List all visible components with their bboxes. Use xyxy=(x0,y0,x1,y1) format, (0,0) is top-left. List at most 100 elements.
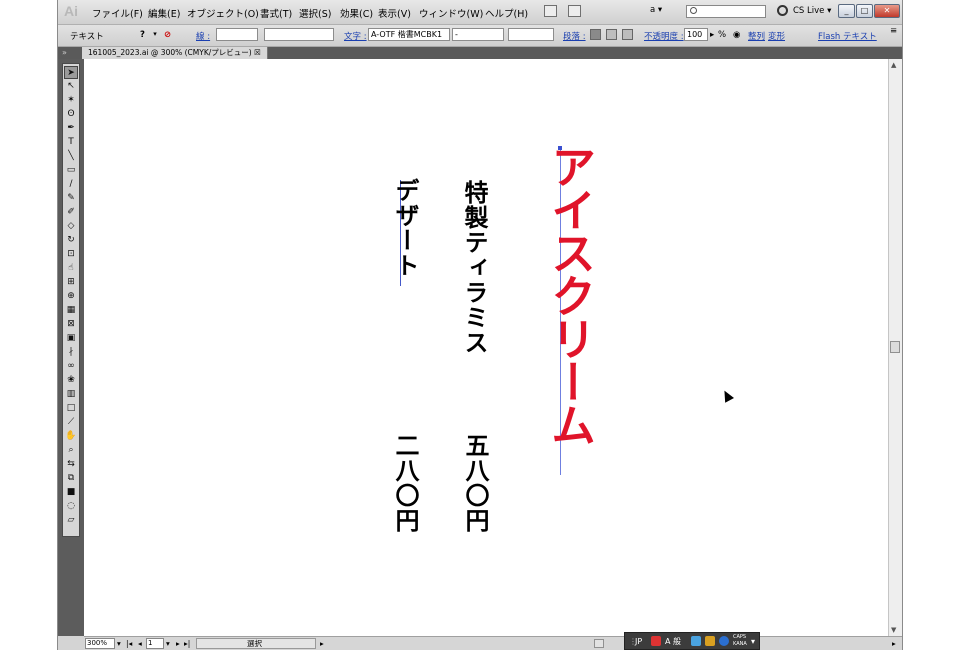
direct-selection-tool-icon[interactable]: ↖ xyxy=(64,80,78,93)
ime-icon[interactable] xyxy=(651,636,661,646)
status-field[interactable]: 選択 xyxy=(196,638,316,649)
font-family-field[interactable]: A-OTF 楷書MCBK1 xyxy=(368,28,450,41)
fill-stroke-icon[interactable]: ⧉ xyxy=(64,472,78,485)
perspective-grid-tool-icon[interactable]: ▦ xyxy=(64,304,78,317)
font-label[interactable]: 文字 : xyxy=(344,30,367,42)
status-menu-icon[interactable]: ▸ xyxy=(320,639,324,649)
item2-price[interactable]: 二八〇円 xyxy=(388,433,423,533)
scroll-down-icon[interactable]: ▼ xyxy=(891,626,896,634)
column-graph-tool-icon[interactable]: ▥ xyxy=(64,388,78,401)
title-text[interactable]: アイスクリーム xyxy=(537,144,602,445)
menu-file[interactable]: ファイル(F) xyxy=(92,6,143,20)
ime-mode[interactable]: A 般 xyxy=(665,636,681,647)
minimize-button[interactable]: _ xyxy=(838,4,855,18)
magic-wand-tool-icon[interactable]: ✶ xyxy=(64,94,78,107)
opacity-label[interactable]: 不透明度 : xyxy=(644,30,684,42)
ime-pad-icon[interactable] xyxy=(691,636,701,646)
item2-name[interactable]: デザート xyxy=(388,178,423,278)
vertical-scrollbar[interactable]: ▲ ▼ xyxy=(888,59,902,636)
langbar-lang[interactable]: JP xyxy=(635,636,642,647)
close-button[interactable]: ✕ xyxy=(874,4,900,18)
ime-tools-icon[interactable] xyxy=(705,636,715,646)
workspace-switcher[interactable]: a ▾ xyxy=(650,5,680,18)
blend-tool-icon[interactable]: ∞ xyxy=(64,360,78,373)
eraser-tool-icon[interactable]: ◇ xyxy=(64,220,78,233)
blob-brush-tool-icon[interactable]: ✐ xyxy=(64,206,78,219)
selection-tool-icon[interactable]: ➤ xyxy=(64,66,78,79)
zoom-field[interactable]: 300% xyxy=(85,638,115,649)
variable-width-field[interactable] xyxy=(264,28,334,41)
item1-price[interactable]: 五八〇円 xyxy=(458,433,493,533)
page-field[interactable]: 1 xyxy=(146,638,164,649)
draw-mode-icon[interactable]: ◌ xyxy=(64,500,78,513)
menu-type[interactable]: 書式(T) xyxy=(260,6,292,20)
scale-tool-icon[interactable]: ⊡ xyxy=(64,248,78,261)
scroll-right-icon[interactable]: ▸ xyxy=(892,639,896,649)
menu-edit[interactable]: 編集(E) xyxy=(148,6,180,20)
search-input[interactable] xyxy=(686,5,766,18)
artboard-canvas[interactable]: アイスクリーム 特製ティラミス 五八〇円 デザート 二八〇円 xyxy=(84,59,888,636)
flash-text-link[interactable]: Flash テキスト xyxy=(818,30,877,42)
swap-colors-icon[interactable]: ⇆ xyxy=(64,458,78,471)
align-right-icon[interactable] xyxy=(622,29,633,40)
align-center-icon[interactable] xyxy=(606,29,617,40)
pen-tool-icon[interactable]: ✒ xyxy=(64,122,78,135)
close-tab-icon[interactable]: ☒ xyxy=(254,48,261,57)
menu-view[interactable]: 表示(V) xyxy=(378,6,411,20)
align-left-icon[interactable] xyxy=(590,29,601,40)
font-size-field[interactable] xyxy=(508,28,554,41)
shape-builder-tool-icon[interactable]: ⊕ xyxy=(64,290,78,303)
transform-link[interactable]: 変形 xyxy=(768,30,785,42)
symbol-sprayer-tool-icon[interactable]: ❀ xyxy=(64,374,78,387)
language-bar[interactable]: ⋮ JP A 般 CAPS KANA ▾ xyxy=(624,632,760,650)
paragraph-label[interactable]: 段落 : xyxy=(563,30,586,42)
menu-select[interactable]: 選択(S) xyxy=(299,6,331,20)
bridge-icon[interactable] xyxy=(544,5,557,17)
panel-menu-icon[interactable]: ≡ xyxy=(890,26,897,36)
free-transform-tool-icon[interactable]: ⊞ xyxy=(64,276,78,289)
font-style-field[interactable]: - xyxy=(452,28,504,41)
prev-page-icon[interactable]: ◂ xyxy=(138,639,142,649)
arrange-documents-icon[interactable] xyxy=(568,5,581,17)
help-icon[interactable] xyxy=(719,636,729,646)
gradient-tool-icon[interactable]: ▣ xyxy=(64,332,78,345)
vertical-scroll-thumb[interactable] xyxy=(890,341,900,353)
menu-object[interactable]: オブジェクト(O) xyxy=(187,6,259,20)
artboard-tool-icon[interactable]: □ xyxy=(64,402,78,415)
opacity-field[interactable]: 100 xyxy=(684,28,708,41)
zoom-tool-icon[interactable]: ⌕ xyxy=(64,444,78,457)
hand-tool-icon[interactable]: ✋ xyxy=(64,430,78,443)
scroll-up-icon[interactable]: ▲ xyxy=(891,61,896,69)
opacity-dropdown[interactable]: ▸ xyxy=(710,30,714,40)
maximize-button[interactable]: □ xyxy=(856,4,873,18)
rectangle-tool-icon[interactable]: ▭ xyxy=(64,164,78,177)
menu-window[interactable]: ウィンドウ(W) xyxy=(419,6,483,20)
langbar-options-icon[interactable]: ▾ xyxy=(751,636,755,647)
menu-effect[interactable]: 効果(C) xyxy=(340,6,373,20)
collapse-icon[interactable]: » xyxy=(62,47,67,59)
warp-tool-icon[interactable]: ☝ xyxy=(64,262,78,275)
line-tool-icon[interactable]: ╲ xyxy=(64,150,78,163)
first-page-icon[interactable]: |◂ xyxy=(126,639,132,649)
pencil-tool-icon[interactable]: ✎ xyxy=(64,192,78,205)
document-tab[interactable]: 161005_2023.ai @ 300% (CMYK/プレビュー) ☒ xyxy=(82,47,268,59)
stroke-label[interactable]: 線 : xyxy=(196,30,210,42)
item1-name[interactable]: 特製ティラミス xyxy=(457,180,492,355)
type-tool-icon[interactable]: T xyxy=(64,136,78,149)
zoom-dropdown-icon[interactable]: ▾ xyxy=(117,639,121,649)
recolor-icon[interactable]: ◉ xyxy=(733,30,740,40)
last-page-icon[interactable]: ▸| xyxy=(184,639,190,649)
color-mode-icon[interactable]: ■ xyxy=(64,486,78,499)
align-link[interactable]: 整列 xyxy=(748,30,765,42)
mesh-tool-icon[interactable]: ⊠ xyxy=(64,318,78,331)
next-page-icon[interactable]: ▸ xyxy=(176,639,180,649)
fill-dropdown[interactable]: ▾ xyxy=(150,28,160,41)
eyedropper-tool-icon[interactable]: ∤ xyxy=(64,346,78,359)
stroke-weight-field[interactable] xyxy=(216,28,258,41)
menu-help[interactable]: ヘルプ(H) xyxy=(485,6,528,20)
lasso-tool-icon[interactable]: ʘ xyxy=(64,108,78,121)
page-dropdown-icon[interactable]: ▾ xyxy=(166,639,170,649)
rotate-tool-icon[interactable]: ↻ xyxy=(64,234,78,247)
slice-tool-icon[interactable]: ⟋ xyxy=(64,416,78,429)
screen-mode-icon[interactable]: ▱ xyxy=(64,514,78,527)
